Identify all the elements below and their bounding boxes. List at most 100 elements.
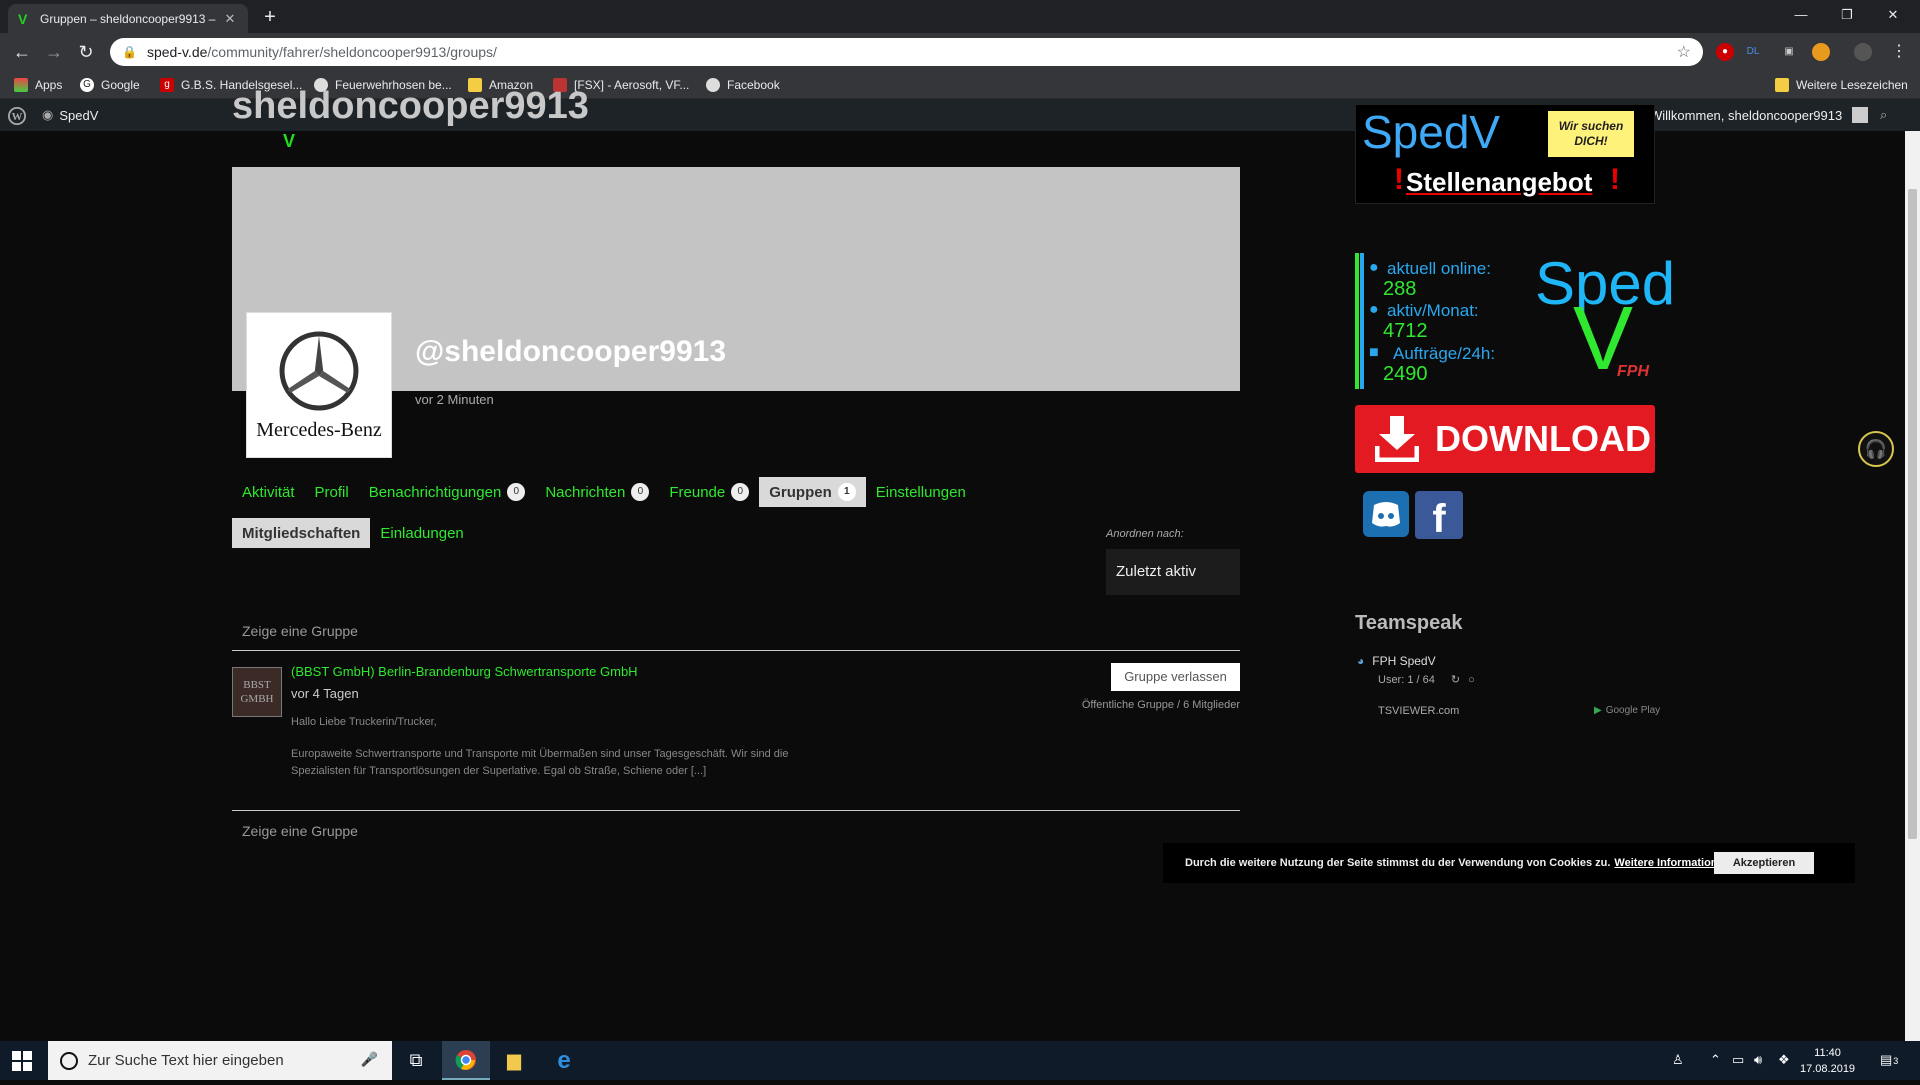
address-bar[interactable]: 🔒 sped-v.de/community/fahrer/sheldoncoop… [110,38,1703,66]
chrome-taskbar-icon[interactable] [442,1041,490,1080]
other-bookmarks[interactable]: Weitere Lesezeichen [1775,76,1908,94]
taskbar-search-input[interactable]: Zur Suche Text hier eingeben 🎤 [48,1041,392,1080]
show-hidden-icons-icon[interactable]: ⌃ [1710,1052,1721,1068]
restore-icon[interactable]: ❐ [1824,0,1870,30]
tab-settings[interactable]: Einstellungen [866,477,976,507]
url-host: sped-v.de [146,44,208,60]
tab-messages[interactable]: Nachrichten 0 [535,477,659,507]
subtab-invitations[interactable]: Einladungen [370,518,473,548]
close-window-icon[interactable]: ✕ [1870,0,1916,30]
group-avatar[interactable]: BBST GMBH [232,667,282,717]
windows-start-icon[interactable] [12,1051,32,1071]
dl-extension-icon[interactable]: DL [1744,43,1762,61]
discord-icon[interactable] [1363,491,1409,537]
google-play-label: Google Play [1605,705,1661,716]
url-path: /community/fahrer/sheldoncooper9913/grou… [207,44,497,60]
bookmark-label: [FSX] - Aerosoft, VF... [574,78,690,92]
circle-icon: ○ [1468,674,1475,686]
search-icon[interactable]: ⌕ [1880,107,1887,123]
edge-icon[interactable]: e [540,1041,588,1080]
new-tab-button[interactable]: + [258,6,282,30]
notifications-icon[interactable]: ▤3 [1880,1052,1898,1068]
order-select[interactable]: Zuletzt aktiv [1106,549,1240,595]
server-name: FPH SpedV [1372,654,1436,668]
wordpress-logo-icon[interactable]: W [8,107,26,125]
wp-account[interactable]: Willkommen, sheldoncooper9913 [1650,107,1869,123]
download-label: DOWNLOAD [1435,418,1651,459]
leave-group-button[interactable]: Gruppe verlassen [1111,663,1240,691]
minimize-icon[interactable]: — [1778,0,1824,30]
task-view-icon[interactable]: ⧉ [392,1041,440,1080]
svg-text:W: W [12,111,23,123]
download-button[interactable]: DOWNLOAD [1355,405,1655,473]
cortana-icon [60,1051,78,1070]
tab-activity[interactable]: Aktivität [232,477,305,507]
bookmark-google[interactable]: G Google [80,76,140,94]
extension-icon[interactable]: ▣ [1780,43,1798,61]
user-handle: @sheldoncooper9913 [415,335,727,368]
back-icon[interactable]: ← [8,39,36,65]
tab-friends[interactable]: Freunde 0 [659,477,759,507]
microphone-icon[interactable]: 🎤 [361,1051,378,1068]
file-explorer-icon[interactable]: ▆ [490,1041,538,1080]
group-name-link[interactable]: (BBST GmbH) Berlin-Brandenburg Schwertra… [291,664,638,679]
month-value: 4712 [1383,320,1428,342]
google-play-icon: ▶ [1594,705,1602,716]
wp-site-name: SpedV [59,107,99,123]
user-avatar-icon [1852,107,1869,123]
dashboard-icon: ◉ [42,107,54,122]
wp-site-link[interactable]: ◉ SpedV [42,107,98,123]
profile-nav: Aktivität Profil Benachrichtigungen 0 Nac… [232,477,976,507]
subtab-memberships[interactable]: Mitgliedschaften [232,518,371,548]
cookie-text: Durch die weitere Nutzung der Seite stim… [1185,857,1611,869]
profile-avatar[interactable] [1854,43,1872,61]
forward-icon[interactable]: → [40,39,68,65]
page-scrollbar[interactable] [1905,131,1920,1041]
people-icon[interactable]: ♙ [1672,1052,1684,1068]
avatar[interactable]: Mercedes-Benz [246,312,392,458]
count-badge: 0 [631,483,650,501]
order-label: Anordnen nach: [1106,528,1184,540]
clock-time: 11:40 [1814,1047,1841,1059]
spedv-logo-sub: FPH [1617,363,1649,380]
online-label: aktuell online: [1387,259,1491,278]
bookmark-facebook[interactable]: Facebook [706,76,780,94]
cookie-accept-button[interactable]: Akzeptieren [1714,852,1814,874]
bookmark-star-icon[interactable]: ☆ [1677,42,1691,62]
cookie-more-info-link[interactable]: Weitere Informationen [1614,857,1730,869]
teamspeak-icon: ◕ [1357,654,1365,668]
google-play-link[interactable]: ▶ Google Play [1594,705,1660,716]
bookmark-apps[interactable]: Apps [14,76,62,94]
tab-profile[interactable]: Profil [305,477,359,507]
tab-close-icon[interactable]: ✕ [222,11,238,27]
tab-title: Gruppen – sheldoncooper9913 – [40,11,216,26]
scrollbar-thumb[interactable] [1908,189,1917,839]
bookmark-label: Google [101,78,140,92]
facebook-icon[interactable]: f [1415,491,1463,541]
taskbar-clock[interactable]: 11:40 17.08.2019 [1800,1045,1855,1077]
groups-subnav: Mitgliedschaften Einladungen [232,518,474,548]
tab-notifications[interactable]: Benachrichtigungen 0 [359,477,536,507]
adblock-extension-icon[interactable]: ● [1716,43,1734,61]
teamspeak-server[interactable]: ◕ FPH SpedV [1357,654,1436,668]
group-meta: Öffentliche Gruppe / 6 Mitglieder [1081,699,1240,711]
dropbox-icon[interactable]: ❖ [1778,1052,1790,1068]
stats-bar [1360,253,1364,389]
menu-dots-icon[interactable]: ⋮ [1890,43,1908,61]
reload-icon[interactable]: ↻ [72,39,100,65]
tab-groups[interactable]: Gruppen 1 [759,477,866,507]
refresh-icon[interactable]: ↻ [1451,674,1460,686]
gbs-icon: g [160,78,174,92]
volume-icon[interactable]: 🔊︎ [1754,1052,1762,1068]
stats-bar [1355,253,1359,389]
job-offer-banner[interactable]: SpedV Wir suchen DICH! ! Stellenangebot … [1355,104,1655,204]
group-desc-body: Europaweite Schwertransporte und Transpo… [291,748,789,777]
headset-support-icon[interactable]: 🎧 [1858,431,1894,467]
tsviewer-link[interactable]: TSVIEWER.com [1378,705,1459,717]
cookie-extension-icon[interactable] [1812,43,1830,61]
network-icon[interactable]: ▭ [1732,1052,1744,1068]
lock-icon: 🔒 [122,45,137,59]
browser-tab[interactable]: V Gruppen – sheldoncooper9913 – ✕ [8,4,248,33]
online-value: 288 [1383,278,1417,300]
user-count: User: 1 / 64 [1378,674,1435,686]
